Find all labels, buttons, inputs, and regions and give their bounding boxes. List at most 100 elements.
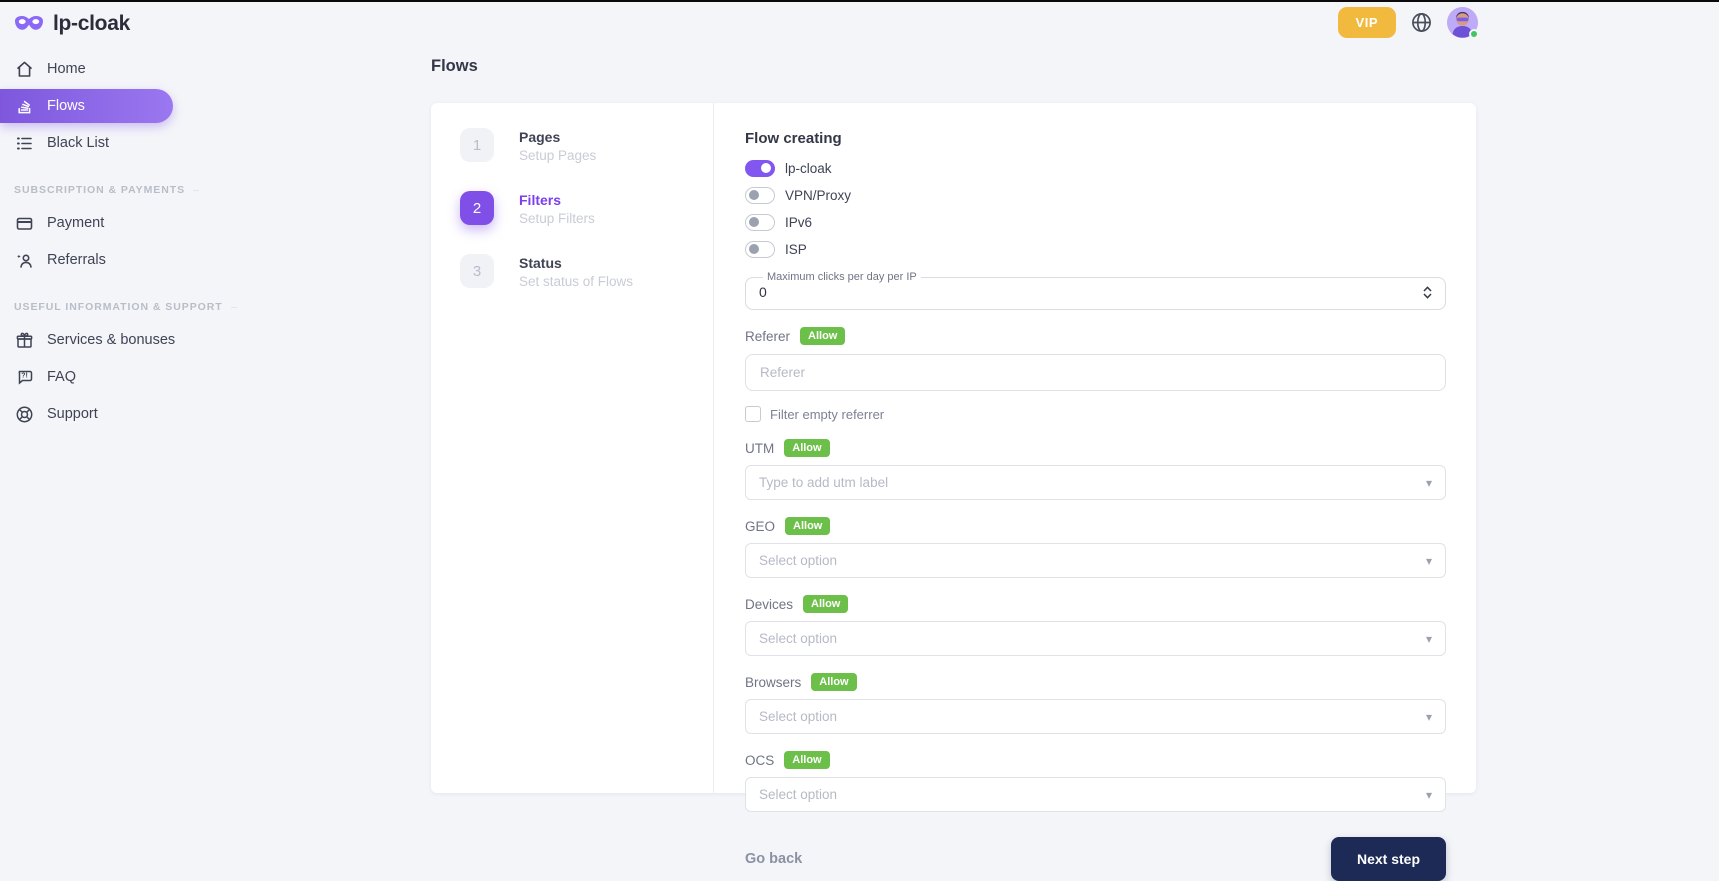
- step-title: Status: [519, 254, 633, 271]
- sidebar-item-label: Services & bonuses: [47, 332, 175, 348]
- sidebar-item-black-list[interactable]: Black List: [0, 126, 200, 160]
- logo-text: lp-cloak: [53, 12, 130, 36]
- caret-down-icon: ▾: [1426, 632, 1432, 646]
- toggle-label: VPN/Proxy: [785, 188, 851, 203]
- caret-down-icon: ▾: [1426, 554, 1432, 568]
- step-number: 1: [460, 128, 494, 162]
- sidebar-item-label: Home: [47, 61, 86, 77]
- sidebar-section-support: USEFUL INFORMATION & SUPPORT: [0, 301, 200, 313]
- credit-card-icon: [15, 214, 34, 233]
- home-icon: [15, 60, 34, 79]
- geo-label: GEO: [745, 519, 775, 534]
- chevron-up-icon: [1423, 286, 1432, 292]
- step-title: Pages: [519, 128, 596, 145]
- step-subtitle: Setup Pages: [519, 148, 596, 163]
- globe-icon[interactable]: [1411, 12, 1432, 33]
- step-subtitle: Setup Filters: [519, 211, 595, 226]
- toggle-ipv6[interactable]: IPv6: [745, 214, 1446, 231]
- sidebar-item-home[interactable]: Home: [0, 52, 200, 86]
- toggle-vpn-proxy[interactable]: VPN/Proxy: [745, 187, 1446, 204]
- referer-allow-badge[interactable]: Allow: [800, 327, 845, 345]
- ocs-allow-badge[interactable]: Allow: [784, 751, 829, 769]
- browsers-select[interactable]: Select option ▾: [745, 699, 1446, 734]
- sidebar-item-payment[interactable]: Payment: [0, 206, 200, 240]
- user-avatar[interactable]: [1447, 7, 1478, 38]
- caret-down-icon: ▾: [1426, 710, 1432, 724]
- page-title: Flows: [431, 57, 478, 76]
- checkbox-label: Filter empty referrer: [770, 407, 884, 422]
- devices-placeholder: Select option: [759, 631, 837, 646]
- sidebar-item-label: Payment: [47, 215, 104, 231]
- browsers-placeholder: Select option: [759, 709, 837, 724]
- sidebar-item-services-bonuses[interactable]: Services & bonuses: [0, 323, 200, 357]
- toggle-lp-cloak[interactable]: lp-cloak: [745, 160, 1446, 177]
- ocs-placeholder: Select option: [759, 787, 837, 802]
- sidebar-item-support[interactable]: Support: [0, 397, 200, 431]
- sidebar-item-faq[interactable]: ?! FAQ: [0, 360, 200, 394]
- referer-input[interactable]: [745, 354, 1446, 391]
- toggle-label: ISP: [785, 242, 807, 257]
- max-clicks-value[interactable]: 0: [759, 284, 767, 300]
- filter-empty-referrer-row[interactable]: Filter empty referrer: [745, 406, 1446, 422]
- browsers-label: Browsers: [745, 675, 801, 690]
- go-back-button[interactable]: Go back: [745, 851, 802, 867]
- caret-down-icon: ▾: [1426, 788, 1432, 802]
- sidebar-item-label: Black List: [47, 135, 109, 151]
- sidebar-item-label: FAQ: [47, 369, 76, 385]
- devices-allow-badge[interactable]: Allow: [803, 595, 848, 613]
- utm-allow-badge[interactable]: Allow: [784, 439, 829, 457]
- geo-allow-badge[interactable]: Allow: [785, 517, 830, 535]
- browsers-allow-badge[interactable]: Allow: [811, 673, 856, 691]
- ocs-label: OCS: [745, 753, 774, 768]
- app-logo[interactable]: lp-cloak: [13, 12, 130, 36]
- list-icon: [15, 134, 34, 153]
- flow-card: 1 Pages Setup Pages 2 Filters Setup Filt…: [431, 103, 1476, 793]
- sidebar-item-label: Flows: [47, 98, 85, 114]
- geo-placeholder: Select option: [759, 553, 837, 568]
- devices-select[interactable]: Select option ▾: [745, 621, 1446, 656]
- step-title: Filters: [519, 191, 595, 208]
- gift-icon: [15, 331, 34, 350]
- sidebar-section-subscription: SUBSCRIPTION & PAYMENTS: [0, 184, 200, 196]
- step-filters[interactable]: 2 Filters Setup Filters: [460, 191, 713, 226]
- ocs-select[interactable]: Select option ▾: [745, 777, 1446, 812]
- toggle-label: IPv6: [785, 215, 812, 230]
- toggle-switch[interactable]: [745, 214, 775, 231]
- window-top-edge: [0, 0, 1719, 2]
- header-right: VIP: [1338, 7, 1478, 38]
- sidebar-item-label: Support: [47, 406, 98, 422]
- toggle-isp[interactable]: ISP: [745, 241, 1446, 258]
- person-star-icon: [15, 251, 34, 270]
- svg-text:?!: ?!: [21, 372, 28, 379]
- utm-select[interactable]: Type to add utm label ▾: [745, 465, 1446, 500]
- utm-label: UTM: [745, 441, 774, 456]
- number-stepper[interactable]: [1423, 286, 1432, 299]
- step-subtitle: Set status of Flows: [519, 274, 633, 289]
- flow-creating-form: Flow creating lp-cloak VPN/Proxy IPv6 IS…: [714, 103, 1476, 793]
- chevron-down-icon: [1423, 293, 1432, 299]
- sidebar-item-flows[interactable]: Flows: [0, 89, 173, 123]
- sidebar-item-referrals[interactable]: Referrals: [0, 243, 200, 277]
- geo-select[interactable]: Select option ▾: [745, 543, 1446, 578]
- toggle-label: lp-cloak: [785, 161, 832, 176]
- next-step-button[interactable]: Next step: [1331, 837, 1446, 881]
- max-clicks-field[interactable]: Maximum clicks per day per IP 0: [745, 271, 1446, 310]
- flows-icon: [15, 97, 34, 116]
- toggle-switch[interactable]: [745, 241, 775, 258]
- mask-logo-icon: [13, 12, 45, 36]
- lifebuoy-icon: [15, 405, 34, 424]
- form-title: Flow creating: [745, 130, 1446, 147]
- step-status[interactable]: 3 Status Set status of Flows: [460, 254, 713, 289]
- step-pages[interactable]: 1 Pages Setup Pages: [460, 128, 713, 163]
- devices-label: Devices: [745, 597, 793, 612]
- filter-empty-referrer-checkbox[interactable]: [745, 406, 761, 422]
- toggle-switch[interactable]: [745, 187, 775, 204]
- max-clicks-label: Maximum clicks per day per IP: [763, 271, 921, 283]
- utm-placeholder: Type to add utm label: [759, 475, 888, 490]
- step-number: 2: [460, 191, 494, 225]
- toggle-switch[interactable]: [745, 160, 775, 177]
- sidebar-item-label: Referrals: [47, 252, 106, 268]
- vip-button[interactable]: VIP: [1338, 7, 1396, 38]
- caret-down-icon: ▾: [1426, 476, 1432, 490]
- faq-bubble-icon: ?!: [15, 368, 34, 387]
